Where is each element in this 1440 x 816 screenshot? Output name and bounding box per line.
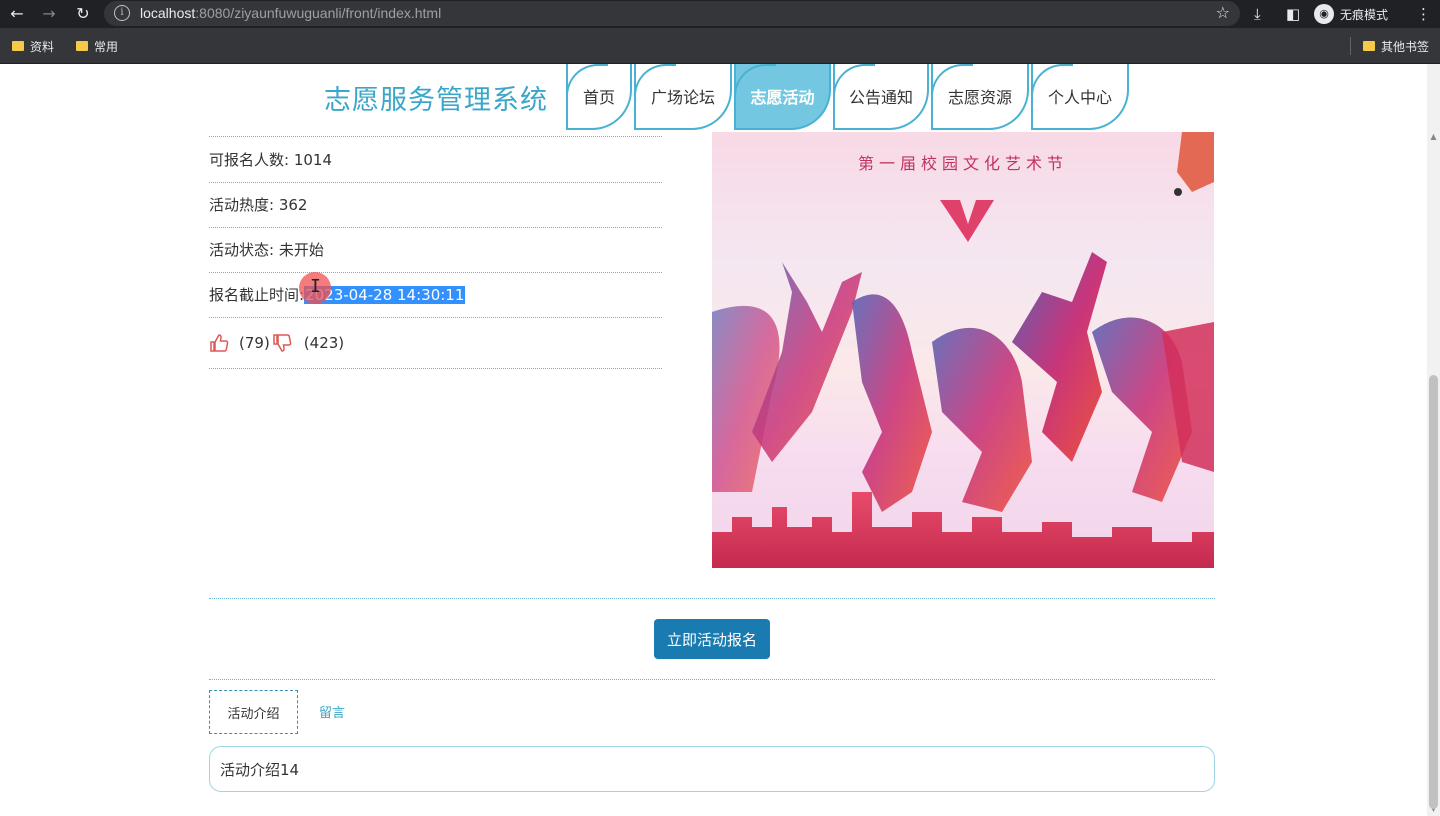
menu-kebab-icon[interactable]: ⋮ [1416,4,1431,24]
detail-capacity: 可报名人数: 1014 [209,137,662,183]
bookmark-star-icon[interactable]: ☆ [1216,3,1230,22]
detail-label: 活动状态: [209,241,275,259]
nav-tab-activities[interactable]: 志愿活动 [734,64,831,130]
nav-tab-notices[interactable]: 公告通知 [833,64,929,130]
nav-label: 公告通知 [848,88,913,107]
nav-tab-resources[interactable]: 志愿资源 [931,64,1029,130]
back-arrow-icon[interactable]: ← [6,3,28,25]
detail-value: 未开始 [278,241,324,259]
divider [209,598,1215,599]
incognito-icon: ◉ [1314,4,1334,24]
detail-deadline: 报名截止时间: 2023-04-28 14:30:11 [209,272,662,318]
nav-label: 首页 [582,88,615,107]
text-cursor-icon: I [310,276,321,297]
bookmark-label: 其他书签 [1381,39,1430,54]
intro-content-box: 活动介绍14 [209,746,1215,792]
detail-value: 362 [278,195,308,214]
folder-icon [12,41,24,51]
bookmarks-bar: 资料 常用 其他书签 [0,28,1440,64]
detail-value: 1014 [293,150,333,169]
page-viewport: 志愿服务管理系统 首页 广场论坛 志愿活动 公告通知 志愿资源 个人中心 可报名… [0,64,1440,816]
dislike-count: (423) [303,333,345,352]
nav-tab-profile[interactable]: 个人中心 [1031,64,1129,130]
signup-button[interactable]: 立即活动报名 [654,619,770,659]
detail-heat: 活动热度: 362 [209,182,662,228]
activity-poster-image: 第一届校园文化艺术节 [712,132,1214,568]
download-icon[interactable]: ⤓ [1254,4,1261,24]
nav-label: 志愿资源 [947,88,1012,107]
site-title: 志愿服务管理系统 [324,85,548,116]
incognito-label: 无痕模式 [1340,7,1389,22]
side-panel-icon[interactable]: ◧ [1286,4,1300,24]
incognito-indicator[interactable]: ◉ 无痕模式 [1314,3,1388,25]
bookmark-folder-changyong[interactable]: 常用 [76,37,118,55]
detail-label: 活动热度: [209,196,275,214]
thumbs-up-icon[interactable] [209,333,229,352]
site-info-icon[interactable]: i [114,5,130,21]
nav-label: 志愿活动 [750,88,815,107]
detail-status: 活动状态: 未开始 [209,227,662,273]
scrollbar-thumb[interactable] [1429,375,1438,809]
folder-icon [76,41,88,51]
nav-label: 个人中心 [1047,88,1112,107]
poster-artwork [712,132,1214,568]
bookmark-label: 资料 [30,39,55,54]
browser-toolbar: ← → ↻ i localhost:8080/ziyaunfuwuguanli/… [0,0,1440,28]
reload-icon[interactable]: ↻ [72,3,94,25]
nav-label: 广场论坛 [650,88,715,107]
vote-row: (79) (423) [209,317,662,369]
url-text[interactable]: localhost:8080/ziyaunfuwuguanli/front/in… [140,5,441,22]
forward-arrow-icon[interactable]: → [38,3,60,25]
detail-label: 可报名人数: [209,151,290,169]
like-count: (79) [239,333,270,352]
divider [209,679,1215,680]
scroll-up-arrow-icon[interactable]: ▲ [1429,132,1438,142]
folder-icon [1363,41,1375,51]
address-bar[interactable]: i localhost:8080/ziyaunfuwuguanli/front/… [104,1,1240,26]
bookmark-folder-ziliao[interactable]: 资料 [12,37,54,55]
bookmarks-divider [1350,37,1351,55]
thumbs-down-icon[interactable] [272,333,292,352]
bookmark-label: 常用 [94,39,119,54]
tab-message[interactable]: 留言 [319,702,345,721]
intro-content-text: 活动介绍14 [220,760,300,779]
nav-tab-forum[interactable]: 广场论坛 [634,64,732,130]
nav-tab-home[interactable]: 首页 [566,64,632,130]
detail-label: 报名截止时间: [209,286,305,304]
tab-intro[interactable]: 活动介绍 [209,690,298,734]
bookmark-folder-other[interactable]: 其他书签 [1363,37,1429,55]
